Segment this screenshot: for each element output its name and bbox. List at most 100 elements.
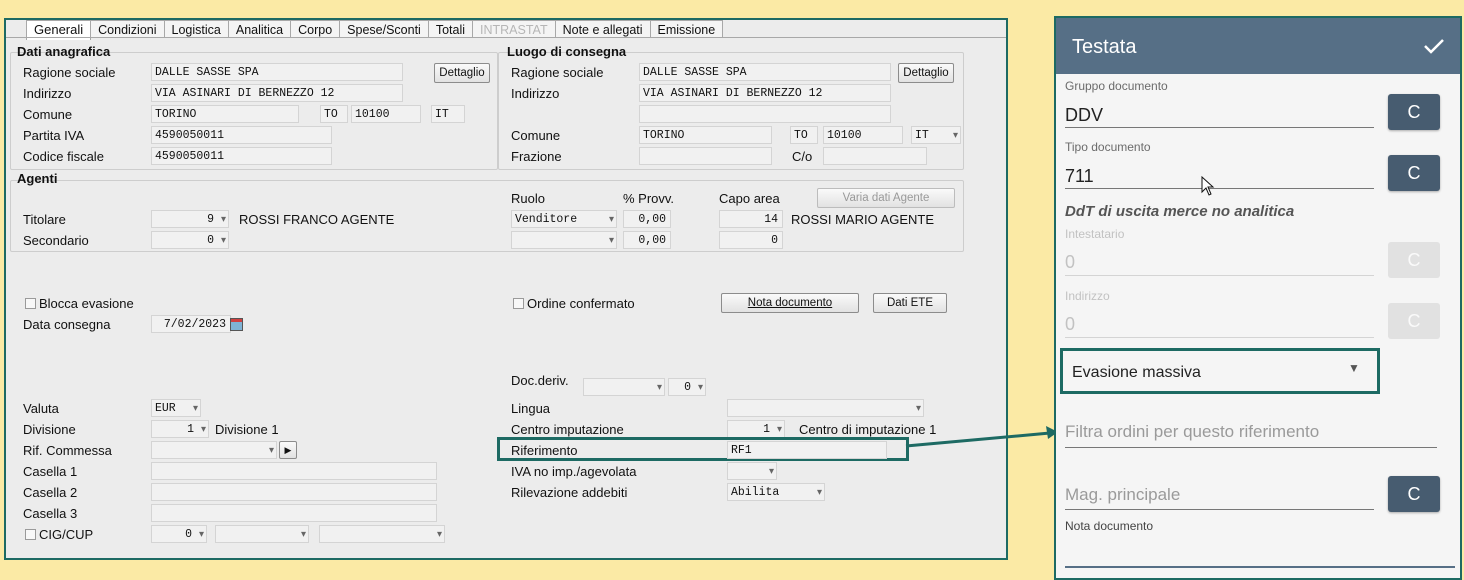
consegna-indirizzo2-field[interactable] [639,105,891,123]
comune-field[interactable]: TORINO [151,105,299,123]
riferimento-field[interactable]: RF1 [727,441,887,459]
confirm-check-icon[interactable] [1422,34,1446,58]
dati-ete-button[interactable]: Dati ETE [873,293,947,313]
consegna-title: Luogo di consegna [507,44,627,59]
tab-emissione[interactable]: Emissione [649,20,724,38]
nota-documento-field[interactable] [1065,566,1455,568]
rif-commessa-select[interactable] [151,441,277,459]
nota-documento-label: Nota documento [1065,519,1154,533]
cig-select[interactable]: 0 [151,525,207,543]
tab-totali[interactable]: Totali [427,20,474,38]
nazione-field[interactable]: IT [431,105,465,123]
dettaglio-button[interactable]: Dettaglio [434,63,490,83]
consegna-indirizzo-label: Indirizzo [511,86,560,101]
titolare-code-field[interactable]: 9 [151,210,229,228]
consegna-provincia-field[interactable]: TO [790,126,818,144]
cig-cup-label: CIG/CUP [39,527,94,542]
frazione-label: Frazione [511,149,562,164]
mag-principale-input[interactable]: Mag. principale [1065,485,1180,505]
rif-commessa-label: Rif. Commessa [23,443,112,458]
titolare-capo-code[interactable]: 14 [719,210,783,228]
ragione-field[interactable]: DALLE SASSE SPA [151,63,403,81]
iva-label: IVA no imp./agevolata [511,464,637,479]
gruppo-value[interactable]: DDV [1065,105,1103,126]
calendar-icon[interactable] [230,318,243,331]
secondario-capo-code[interactable]: 0 [719,231,783,249]
secondario-ruolo-select[interactable] [511,231,617,249]
consegna-indirizzo-field[interactable]: VIA ASINARI DI BERNEZZO 12 [639,84,891,102]
valuta-select[interactable]: EUR [151,399,201,417]
piva-field[interactable]: 4590050011 [151,126,332,144]
lingua-label: Lingua [511,401,551,416]
evasione-select[interactable]: Evasione massiva ▼ [1060,348,1380,394]
provv-label: % Provv. [623,191,675,206]
frazione-field[interactable] [639,147,772,165]
titolare-provv-field[interactable]: 0,00 [623,210,671,228]
cig-extra-select[interactable] [319,525,445,543]
secondario-provv-field[interactable]: 0,00 [623,231,671,249]
cig-type-select[interactable] [215,525,309,543]
indirizzo-value-mobile: 0 [1065,314,1076,334]
agenti-title: Agenti [17,171,58,186]
tab-analitica[interactable]: Analitica [227,20,292,38]
varia-agente-button[interactable]: Varia dati Agente [817,188,955,208]
iva-select[interactable] [727,462,777,480]
riferimento-label: Riferimento [511,443,578,458]
tab-spese-sconti[interactable]: Spese/Sconti [339,20,429,38]
provincia-field[interactable]: TO [320,105,348,123]
consegna-nazione-select[interactable]: IT [911,126,961,144]
gruppo-c-button[interactable]: C [1388,94,1440,130]
intestatario-c-button: C [1388,242,1440,278]
casella3-label: Casella 3 [23,506,78,521]
comune-label: Comune [23,107,73,122]
tab-note-allegati[interactable]: Note e allegati [554,20,651,38]
doc-deriv-select[interactable] [583,378,665,396]
casella3-field[interactable] [151,504,437,522]
filtra-underline [1065,447,1437,448]
indirizzo-label: Indirizzo [23,86,72,101]
blocca-evasione-checkbox[interactable] [25,298,36,309]
consegna-cap-field[interactable]: 10100 [823,126,903,144]
mag-underline [1065,509,1374,510]
tab-corpo[interactable]: Corpo [290,20,341,38]
filtra-riferimento-input[interactable]: Filtra ordini per questo riferimento [1065,422,1319,442]
casella2-field[interactable] [151,483,437,501]
casella1-field[interactable] [151,462,437,480]
consegna-ragione-field[interactable]: DALLE SASSE SPA [639,63,891,81]
co-label: C/o [792,149,813,164]
divisione-select[interactable]: 1 [151,420,209,438]
tipo-c-button[interactable]: C [1388,155,1440,191]
co-field[interactable] [823,147,927,165]
rilevazione-select[interactable]: Abilita [727,483,825,501]
indirizzo-c-button: C [1388,303,1440,339]
piva-label: Partita IVA [23,128,85,143]
cig-cup-checkbox[interactable] [25,529,36,540]
ordine-confermato-checkbox[interactable] [513,298,524,309]
titolare-capo-name: ROSSI MARIO AGENTE [791,212,935,227]
capo-area-label: Capo area [719,191,780,206]
consegna-dettaglio-button[interactable]: Dettaglio [898,63,954,83]
consegna-comune-label: Comune [511,128,561,143]
gruppo-underline [1065,127,1374,128]
tab-intrastat: INTRASTAT [472,20,556,38]
connector-arrow-icon [905,426,1058,448]
cf-field[interactable]: 4590050011 [151,147,332,165]
centro-imputazione-select[interactable]: 1 [727,420,785,438]
nota-documento-button[interactable]: Nota documento [721,293,859,313]
data-consegna-field[interactable]: 7/02/2023 [151,315,231,333]
consegna-comune-field[interactable]: TORINO [639,126,772,144]
doc-deriv-number[interactable]: 0 [668,378,706,396]
indirizzo-field[interactable]: VIA ASINARI DI BERNEZZO 12 [151,84,403,102]
commessa-arrow-button[interactable]: ▶ [279,441,297,459]
indirizzo-underline [1065,337,1374,338]
tab-logistica[interactable]: Logistica [163,20,229,38]
tab-condizioni[interactable]: Condizioni [90,20,165,38]
casella2-label: Casella 2 [23,485,78,500]
tipo-value[interactable]: 711 [1065,166,1094,187]
mag-c-button[interactable]: C [1388,476,1440,512]
lingua-select[interactable] [727,399,924,417]
cap-field[interactable]: 10100 [351,105,421,123]
secondario-code-field[interactable]: 0 [151,231,229,249]
mobile-panel: Testata Gruppo documento DDV C Tipo docu… [1054,16,1462,580]
titolare-ruolo-select[interactable]: Venditore [511,210,617,228]
